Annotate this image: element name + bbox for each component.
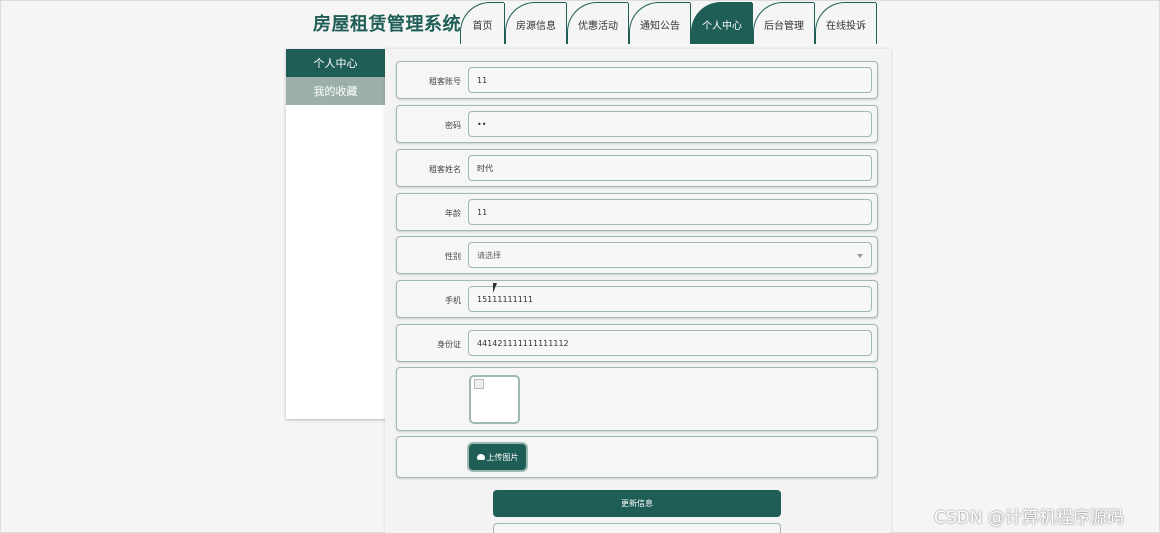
form-row-upload: 上传图片 <box>396 436 878 478</box>
form-row-phone: 手机 15111111111 <box>396 280 878 318</box>
name-label: 租客姓名 <box>429 165 461 174</box>
phone-label: 手机 <box>445 296 461 305</box>
form-row-gender: 性别 请选择 <box>396 236 878 274</box>
nav-tab-promotions[interactable]: 优惠活动 <box>567 2 629 44</box>
sidebar: 个人中心 我的收藏 <box>286 49 385 419</box>
logout-button[interactable] <box>493 523 781 533</box>
nav-tab-admin[interactable]: 后台管理 <box>753 2 815 44</box>
age-label: 年龄 <box>445 209 461 218</box>
cloud-upload-icon <box>476 454 485 460</box>
nav-tab-complaints[interactable]: 在线投诉 <box>815 2 877 44</box>
form-row-password: 密码 •• <box>396 105 878 143</box>
mouse-cursor-icon <box>493 283 497 293</box>
id-card-label: 身份证 <box>437 340 461 349</box>
id-card-input[interactable]: 441421111111111112 <box>468 330 872 356</box>
gender-select[interactable]: 请选择 <box>468 242 872 268</box>
form-row-name: 租客姓名 时代 <box>396 149 878 187</box>
form-row-avatar <box>396 367 878 431</box>
account-label: 租客账号 <box>429 77 461 86</box>
gender-label: 性别 <box>445 252 461 261</box>
site-title: 房屋租赁管理系统 <box>313 14 461 35</box>
nav-tab-home[interactable]: 首页 <box>460 2 505 44</box>
password-label: 密码 <box>445 121 461 130</box>
nav-tab-notices[interactable]: 通知公告 <box>629 2 691 44</box>
chevron-down-icon <box>857 254 863 258</box>
form-row-id-card: 身份证 441421111111111112 <box>396 324 878 362</box>
top-nav: 首页 房源信息 优惠活动 通知公告 个人中心 后台管理 在线投诉 <box>460 2 877 44</box>
sidebar-item-favorites[interactable]: 我的收藏 <box>286 77 385 105</box>
sidebar-item-personal-center[interactable]: 个人中心 <box>286 49 385 77</box>
broken-image-icon <box>474 379 484 389</box>
gender-select-value: 请选择 <box>477 250 501 260</box>
avatar-preview <box>469 375 520 424</box>
account-input[interactable]: 11 <box>468 67 872 93</box>
profile-form: 租客账号 11 密码 •• 租客姓名 时代 年龄 11 性别 请选择 手机 15… <box>385 49 891 533</box>
nav-tab-personal-center[interactable]: 个人中心 <box>691 2 753 44</box>
watermark: CSDN @计算机程序源码 <box>934 508 1124 528</box>
phone-input[interactable]: 15111111111 <box>468 286 872 312</box>
form-row-age: 年龄 11 <box>396 193 878 231</box>
upload-image-button[interactable]: 上传图片 <box>469 444 526 470</box>
password-input[interactable]: •• <box>468 111 872 137</box>
update-info-button[interactable]: 更新信息 <box>493 490 781 517</box>
form-row-account: 租客账号 11 <box>396 61 878 99</box>
age-input[interactable]: 11 <box>468 199 872 225</box>
name-input[interactable]: 时代 <box>468 155 872 181</box>
nav-tab-listings[interactable]: 房源信息 <box>505 2 567 44</box>
upload-button-label: 上传图片 <box>486 452 519 462</box>
